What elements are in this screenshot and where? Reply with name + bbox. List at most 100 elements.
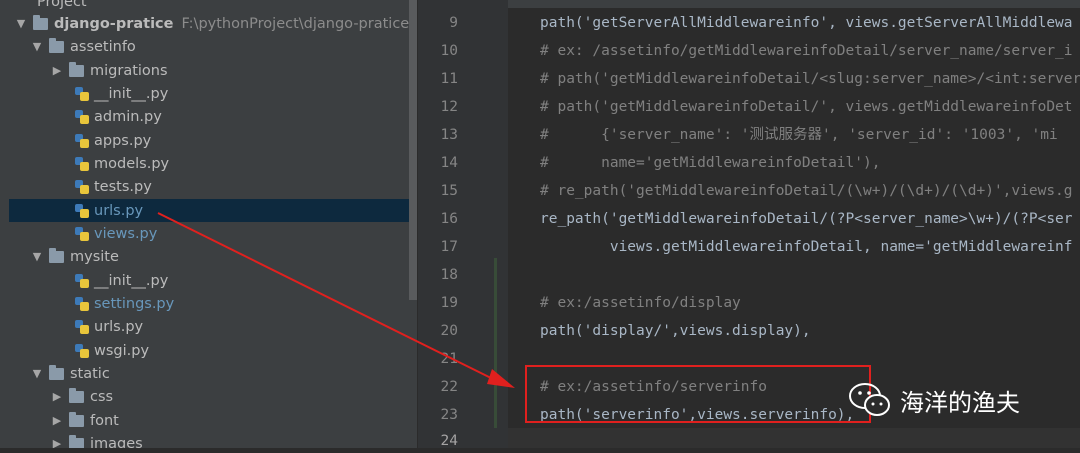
tree-row-root[interactable]: ▼ django-pratice F:\pythonProject\django… bbox=[9, 12, 417, 35]
tree-label: views.py bbox=[94, 225, 158, 242]
code-line[interactable]: # {'server_name': '测试服务器', 'server_id': … bbox=[540, 124, 1058, 147]
line-number: 12 bbox=[440, 99, 458, 115]
tree-label: wsgi.py bbox=[94, 342, 150, 359]
chevron-right-icon[interactable]: ▶ bbox=[51, 64, 63, 77]
python-file-icon bbox=[75, 109, 89, 124]
project-tree-panel: Project ▼ django-pratice F:\pythonProjec… bbox=[9, 0, 417, 448]
line-number: 16 bbox=[440, 211, 458, 227]
tree-label: static bbox=[70, 365, 110, 382]
tree-row-file[interactable]: settings.py bbox=[9, 292, 417, 315]
python-file-icon bbox=[75, 133, 89, 148]
project-header-label: Project bbox=[37, 0, 87, 10]
chevron-down-icon[interactable]: ▼ bbox=[31, 250, 43, 263]
code-line[interactable]: path('getServerAllMiddlewareinfo', views… bbox=[540, 12, 1073, 35]
tree-row-css[interactable]: ▶ css bbox=[9, 385, 417, 408]
chevron-right-icon[interactable]: ▶ bbox=[51, 390, 63, 403]
line-number: 17 bbox=[440, 239, 458, 255]
code-line[interactable]: path('display/',views.display), bbox=[540, 320, 811, 343]
python-file-icon bbox=[75, 203, 89, 218]
line-number: 18 bbox=[440, 267, 458, 283]
editor-tab-bar[interactable] bbox=[508, 0, 1080, 8]
tree-row-assetinfo[interactable]: ▼ assetinfo bbox=[9, 35, 417, 58]
tree-row-images[interactable]: ▶ images bbox=[9, 432, 417, 448]
tree-row-file[interactable]: admin.py bbox=[9, 105, 417, 128]
python-file-icon bbox=[75, 343, 89, 358]
tree-label: __init__.py bbox=[94, 85, 169, 102]
tree-label: images bbox=[90, 435, 143, 449]
tree-row-file[interactable]: tests.py bbox=[9, 175, 417, 198]
code-line[interactable]: # path('getMiddlewareinfoDetail/', views… bbox=[540, 96, 1073, 119]
tree-label: __init__.py bbox=[94, 272, 169, 289]
code-line[interactable]: # name='getMiddlewareinfoDetail'), bbox=[540, 152, 880, 175]
code-line[interactable]: # ex: /assetinfo/getMiddlewareinfoDetail… bbox=[540, 40, 1073, 63]
code-line[interactable]: # path('getMiddlewareinfoDetail/<slug:se… bbox=[540, 68, 1080, 91]
code-line[interactable]: views.getMiddlewareinfoDetail, name='get… bbox=[540, 236, 1073, 259]
tree-label: urls.py bbox=[94, 202, 144, 219]
line-number: 13 bbox=[440, 127, 458, 143]
chevron-right-icon[interactable]: ▶ bbox=[51, 414, 63, 427]
tree-row-mysite[interactable]: ▼ mysite bbox=[9, 245, 417, 268]
line-number: 21 bbox=[440, 351, 458, 367]
chevron-down-icon[interactable]: ▼ bbox=[31, 367, 43, 380]
folder-icon bbox=[49, 247, 64, 263]
tree-row-file[interactable]: __init__.py bbox=[9, 82, 417, 105]
python-file-icon bbox=[75, 179, 89, 194]
python-file-icon bbox=[75, 226, 89, 241]
folder-icon bbox=[69, 434, 84, 448]
watermark: 海洋的渔夫 bbox=[848, 372, 1020, 428]
tree-label: font bbox=[90, 412, 119, 429]
python-file-icon bbox=[75, 296, 89, 311]
tree-label: urls.py bbox=[94, 318, 144, 335]
tree-label: migrations bbox=[90, 62, 168, 79]
tree-label: settings.py bbox=[94, 295, 175, 312]
tree-label: css bbox=[90, 388, 114, 405]
python-file-icon bbox=[75, 319, 89, 334]
chevron-down-icon[interactable]: ▼ bbox=[15, 17, 27, 30]
line-number: 19 bbox=[440, 295, 458, 311]
vcs-change-marker bbox=[494, 258, 497, 428]
folder-icon bbox=[69, 61, 84, 77]
tree-row-static[interactable]: ▼ static bbox=[9, 362, 417, 385]
line-number: 23 bbox=[440, 407, 458, 423]
tree-label: models.py bbox=[94, 155, 170, 172]
line-number: 11 bbox=[440, 71, 458, 87]
annotation-highlight-box bbox=[525, 365, 871, 423]
tree-row-file[interactable]: urls.py bbox=[9, 315, 417, 338]
tree-label: apps.py bbox=[94, 132, 152, 149]
watermark-text: 海洋的渔夫 bbox=[900, 388, 1020, 417]
tree-label: mysite bbox=[70, 248, 119, 265]
folder-icon bbox=[69, 411, 84, 427]
project-panel-scrollbar[interactable] bbox=[409, 0, 417, 300]
line-number: 9 bbox=[449, 15, 458, 31]
tree-label: admin.py bbox=[94, 108, 162, 125]
line-number: 15 bbox=[440, 183, 458, 199]
wechat-icon bbox=[849, 383, 890, 416]
python-file-icon bbox=[75, 156, 89, 171]
chevron-right-icon[interactable]: ▶ bbox=[51, 437, 63, 448]
chevron-down-icon[interactable]: ▼ bbox=[31, 40, 43, 53]
tree-row-file[interactable]: models.py bbox=[9, 152, 417, 175]
tree-row-file[interactable]: wsgi.py bbox=[9, 339, 417, 362]
code-line[interactable]: # re_path('getMiddlewareinfoDetail/(\w+)… bbox=[540, 180, 1073, 203]
folder-icon bbox=[49, 364, 64, 380]
line-number: 22 bbox=[440, 379, 458, 395]
tree-row-font[interactable]: ▶ font bbox=[9, 409, 417, 432]
python-file-icon bbox=[75, 86, 89, 101]
folder-icon bbox=[49, 37, 64, 53]
tree-label: assetinfo bbox=[70, 38, 136, 55]
code-line[interactable]: re_path('getMiddlewareinfoDetail/(?P<ser… bbox=[540, 208, 1073, 231]
tree-row-file[interactable]: __init__.py bbox=[9, 269, 417, 292]
folder-icon bbox=[33, 14, 48, 30]
tree-row-file[interactable]: apps.py bbox=[9, 129, 417, 152]
tree-row-file[interactable]: views.py bbox=[9, 222, 417, 245]
line-number: 20 bbox=[440, 323, 458, 339]
line-number: 10 bbox=[440, 43, 458, 59]
tree-row-file-selected[interactable]: urls.py bbox=[9, 199, 417, 222]
python-file-icon bbox=[75, 273, 89, 288]
tree-row-migrations[interactable]: ▶ migrations bbox=[9, 59, 417, 82]
code-line[interactable]: # ex:/assetinfo/display bbox=[540, 292, 741, 315]
project-path: F:\pythonProject\django-pratice bbox=[181, 15, 410, 32]
tree-label: tests.py bbox=[94, 178, 152, 195]
current-line-highlight bbox=[508, 428, 1080, 448]
tree-label: django-pratice bbox=[54, 15, 174, 32]
